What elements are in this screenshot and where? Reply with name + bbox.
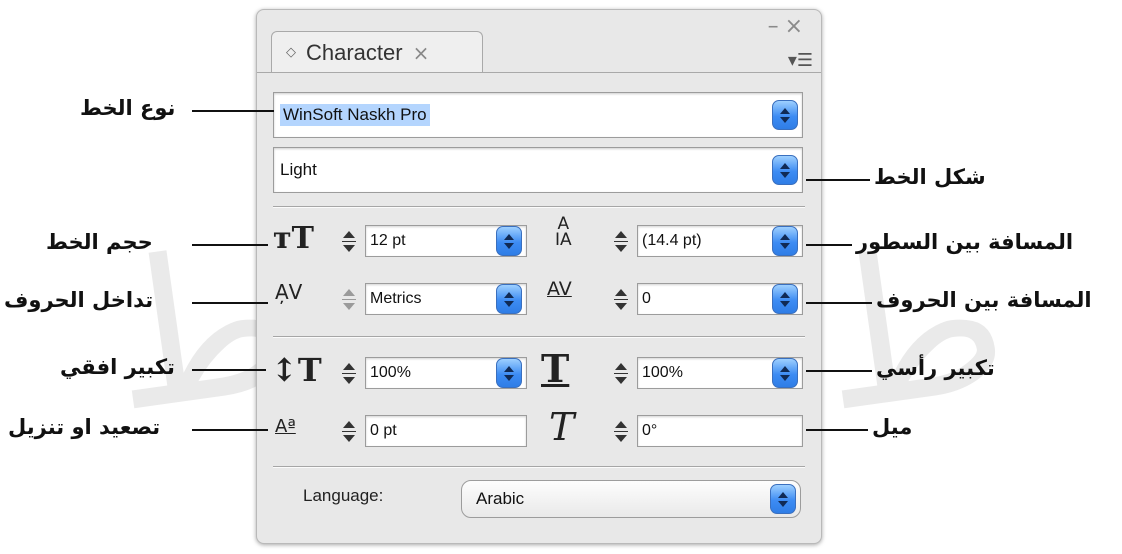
callout-letter-spacing: المسافة بين الحروف	[876, 288, 1092, 312]
separator	[273, 336, 805, 338]
font-size-icon: тT	[273, 221, 314, 256]
callout-horizontal-enlarge: تكبير افقي	[60, 355, 175, 379]
horizontal-scale-arrows-icon[interactable]	[772, 358, 798, 388]
vertical-scale-icon: ↕T	[271, 351, 322, 389]
language-arrows-icon[interactable]	[770, 484, 796, 514]
tracking-value: 0	[642, 290, 651, 307]
callout-line	[806, 370, 872, 372]
vertical-scale-value: 100%	[370, 364, 411, 381]
tracking-arrows-icon[interactable]	[772, 284, 798, 314]
callout-line-spacing: المسافة بين السطور	[856, 230, 1074, 254]
font-size-value: 12 pt	[370, 232, 406, 249]
callout-line	[192, 244, 268, 246]
callout-line	[806, 179, 870, 181]
panel-menu-icon[interactable]: ▾☰	[788, 50, 813, 71]
callout-line	[192, 429, 268, 431]
skew-icon: T	[549, 405, 575, 449]
callout-line	[806, 244, 852, 246]
callout-slant: ميل	[872, 415, 913, 439]
font-family-dropdown[interactable]: WinSoft Naskh Pro	[273, 92, 803, 138]
font-style-arrows-icon[interactable]	[772, 155, 798, 185]
callout-line	[192, 110, 274, 112]
callout-font-shape: شكل الخط	[874, 165, 986, 189]
leading-stepper[interactable]	[613, 226, 629, 256]
kerning-icon: A̦V	[275, 280, 303, 304]
vertical-scale-field[interactable]: 100%	[365, 357, 527, 389]
baseline-shift-field[interactable]: 0 pt	[365, 415, 527, 447]
leading-value: (14.4 pt)	[642, 232, 702, 249]
language-dropdown[interactable]: Arabic	[461, 480, 801, 518]
horizontal-scale-icon: T	[541, 346, 570, 391]
skew-value: 0°	[642, 422, 658, 439]
separator	[273, 466, 805, 468]
font-size-arrows-icon[interactable]	[496, 226, 522, 256]
tracking-icon: AV	[547, 278, 572, 300]
leading-field[interactable]: (14.4 pt)	[637, 225, 803, 257]
callout-vertical-enlarge: تكبير رأسي	[876, 356, 995, 380]
callout-line	[192, 369, 266, 371]
font-style-value: Light	[280, 160, 317, 179]
leading-arrows-icon[interactable]	[772, 226, 798, 256]
tracking-stepper[interactable]	[613, 284, 629, 314]
font-size-stepper[interactable]	[341, 226, 357, 256]
callout-font-size: حجم الخط	[46, 230, 153, 254]
window-controls: –×	[768, 14, 809, 39]
callout-line	[806, 429, 868, 431]
tab-arrows-icon: ◇	[286, 45, 296, 60]
kerning-stepper[interactable]	[341, 284, 357, 314]
language-label: Language:	[303, 486, 384, 505]
horizontal-scale-field[interactable]: 100%	[637, 357, 803, 389]
separator	[273, 206, 805, 208]
skew-stepper[interactable]	[613, 416, 629, 446]
tab-close-icon[interactable]: ×	[413, 41, 430, 65]
baseline-shift-value: 0 pt	[370, 422, 397, 439]
callout-line	[806, 302, 872, 304]
font-family-value: WinSoft Naskh Pro	[280, 104, 430, 126]
language-value: Arabic	[476, 489, 525, 508]
font-style-dropdown[interactable]: Light	[273, 147, 803, 193]
baseline-shift-icon: Aª	[275, 416, 296, 437]
vertical-scale-stepper[interactable]	[341, 358, 357, 388]
close-icon[interactable]: ×	[785, 14, 809, 39]
character-panel: –× ◇ Character × ▾☰ WinSoft Naskh Pro Li…	[256, 9, 822, 544]
tracking-field[interactable]: 0	[637, 283, 803, 315]
skew-field[interactable]: 0°	[637, 415, 803, 447]
baseline-shift-stepper[interactable]	[341, 416, 357, 446]
kerning-arrows-icon[interactable]	[496, 284, 522, 314]
minimize-icon[interactable]: –	[768, 14, 785, 39]
callout-letter-overlap: تداخل الحروف	[4, 288, 154, 312]
kerning-field[interactable]: Metrics	[365, 283, 527, 315]
leading-icon: A IA	[555, 214, 572, 250]
callout-raise-lower: تصعيد او تنزيل	[8, 415, 161, 439]
font-family-arrows-icon[interactable]	[772, 100, 798, 130]
horizontal-scale-value: 100%	[642, 364, 683, 381]
kerning-value: Metrics	[370, 290, 422, 307]
horizontal-scale-stepper[interactable]	[613, 358, 629, 388]
callout-line	[192, 302, 268, 304]
tab-divider	[257, 72, 821, 73]
callout-font-type: نوع الخط	[80, 96, 176, 120]
vertical-scale-arrows-icon[interactable]	[496, 358, 522, 388]
font-size-field[interactable]: 12 pt	[365, 225, 527, 257]
tab-label: Character	[306, 39, 403, 65]
tab-character[interactable]: ◇ Character ×	[271, 31, 483, 73]
